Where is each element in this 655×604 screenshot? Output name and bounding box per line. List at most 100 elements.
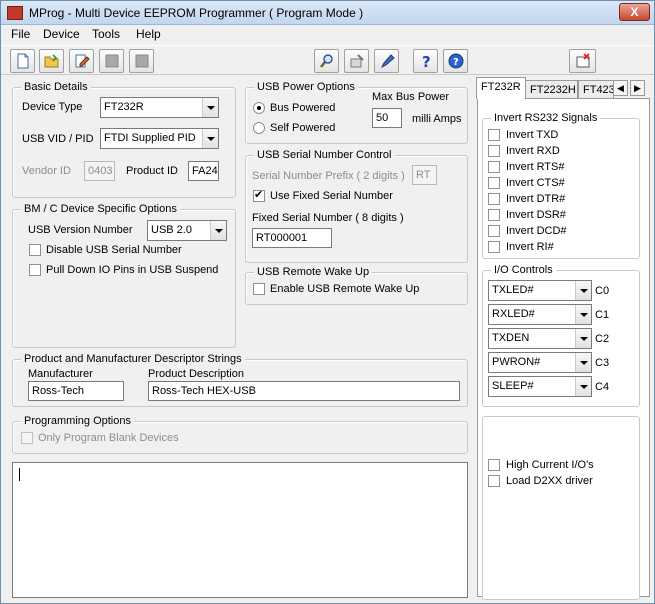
device-type-value: FT232R	[104, 101, 144, 113]
c0-value: TXLED#	[492, 284, 534, 296]
disabled-button-2[interactable]	[129, 49, 154, 73]
max-bus-power-label: Max Bus Power	[372, 91, 450, 103]
self-powered-label: Self Powered	[270, 122, 336, 134]
invert-dcd-checkbox[interactable]	[488, 225, 500, 237]
close-device-icon	[576, 53, 590, 68]
close-device-button[interactable]	[569, 49, 596, 73]
new-file-button[interactable]	[10, 49, 35, 73]
product-description-label: Product Description	[148, 368, 244, 380]
search-icon	[319, 54, 333, 68]
vidpid-label: USB VID / PID	[22, 133, 94, 145]
menu-tools[interactable]: Tools	[92, 27, 120, 41]
svg-text:?: ?	[422, 53, 431, 69]
product-description-field[interactable]: Ross-Tech HEX-USB	[148, 381, 460, 401]
c1-label: C1	[595, 309, 610, 321]
device-type-select[interactable]: FT232R	[100, 97, 219, 118]
self-powered-radio[interactable]	[253, 122, 265, 134]
c2-label: C2	[595, 333, 610, 345]
about-icon: ?	[448, 53, 463, 69]
serial-control-title: USB Serial Number Control	[254, 148, 395, 162]
tab-ft4232h[interactable]: FT4232H	[578, 80, 614, 100]
invert-dsr-checkbox[interactable]	[488, 209, 500, 221]
tab-scroll-right-button[interactable]: ▶	[630, 80, 645, 96]
disable-serial-checkbox[interactable]	[29, 244, 41, 256]
invert-rxd-checkbox[interactable]	[488, 145, 500, 157]
invert-dtr-checkbox[interactable]	[488, 193, 500, 205]
vendor-id-label: Vendor ID	[22, 165, 71, 177]
c0-select[interactable]: TXLED#	[488, 280, 592, 301]
c3-label: C3	[595, 357, 610, 369]
tab-ft2232h[interactable]: FT2232H	[525, 80, 578, 100]
help-button[interactable]: ?	[413, 49, 438, 73]
vendor-id-field[interactable]: 0403	[84, 161, 115, 181]
program-button[interactable]	[374, 49, 399, 73]
power-options-title: USB Power Options	[254, 80, 358, 94]
invert-rts-label: Invert RTS#	[506, 161, 565, 173]
invert-signals-title: Invert RS232 Signals	[491, 111, 601, 125]
invert-rts-checkbox[interactable]	[488, 161, 500, 173]
close-window-button[interactable]: X	[619, 3, 650, 21]
load-d2xx-checkbox[interactable]	[488, 475, 500, 487]
use-fixed-serial-checkbox[interactable]	[253, 188, 265, 202]
window-title: MProg - Multi Device EEPROM Programmer (…	[29, 6, 364, 20]
c2-select[interactable]: TXDEN	[488, 328, 592, 349]
scan-button[interactable]	[314, 49, 339, 73]
max-bus-power-field[interactable]: 50	[372, 108, 402, 128]
invert-dtr-label: Invert DTR#	[506, 193, 566, 205]
invert-ri-checkbox[interactable]	[488, 241, 500, 253]
tab-ft232r[interactable]: FT232R	[476, 77, 526, 99]
pulldown-checkbox[interactable]	[29, 264, 41, 276]
menu-help[interactable]: Help	[136, 27, 161, 41]
milli-amps-label: milli Amps	[412, 113, 462, 125]
product-id-label: Product ID	[126, 165, 178, 177]
usb-version-label: USB Version Number	[28, 224, 133, 236]
open-button[interactable]	[39, 49, 64, 73]
chevron-down-icon	[575, 329, 591, 348]
basic-details-title: Basic Details	[21, 80, 91, 94]
high-current-checkbox[interactable]	[488, 459, 500, 471]
c0-label: C0	[595, 285, 610, 297]
blank-only-checkbox[interactable]	[21, 432, 33, 444]
invert-txd-checkbox[interactable]	[488, 129, 500, 141]
main-window: MProg - Multi Device EEPROM Programmer (…	[0, 0, 655, 604]
menu-device[interactable]: Device	[43, 27, 80, 41]
manufacturer-label: Manufacturer	[28, 368, 93, 380]
disabled-button-1[interactable]	[99, 49, 124, 73]
toolbar: ? ?	[1, 45, 654, 75]
usb-version-select[interactable]: USB 2.0	[147, 220, 227, 241]
use-fixed-serial-label: Use Fixed Serial Number	[270, 190, 393, 202]
erase-button[interactable]	[344, 49, 369, 73]
app-icon	[7, 6, 23, 20]
text-caret	[19, 468, 20, 481]
serial-prefix-label: Serial Number Prefix ( 2 digits )	[252, 170, 405, 182]
fixed-serial-field[interactable]: RT000001	[252, 228, 332, 248]
edit-button[interactable]	[69, 49, 94, 73]
c3-select[interactable]: PWRON#	[488, 352, 592, 373]
remote-wake-checkbox[interactable]	[253, 283, 265, 295]
bus-powered-label: Bus Powered	[270, 102, 336, 114]
disabled-icon	[135, 54, 148, 68]
c2-value: TXDEN	[492, 332, 530, 344]
chevron-down-icon	[575, 281, 591, 300]
io-controls-title: I/O Controls	[491, 263, 556, 277]
vidpid-select[interactable]: FTDI Supplied PID	[100, 128, 219, 149]
c4-value: SLEEP#	[492, 380, 534, 392]
arrow-left-icon: ◀	[617, 83, 624, 93]
about-button[interactable]: ?	[443, 49, 468, 73]
bus-powered-radio[interactable]	[253, 102, 265, 114]
invert-txd-label: Invert TXD	[506, 129, 559, 141]
open-folder-icon	[44, 54, 58, 68]
log-textarea[interactable]	[12, 462, 468, 598]
load-d2xx-label: Load D2XX driver	[506, 475, 593, 487]
product-id-field[interactable]: FA24	[188, 161, 219, 181]
blank-only-label: Only Program Blank Devices	[38, 432, 179, 444]
manufacturer-field[interactable]: Ross-Tech	[28, 381, 124, 401]
high-current-label: High Current I/O's	[506, 459, 594, 471]
c1-select[interactable]: RXLED#	[488, 304, 592, 325]
c4-select[interactable]: SLEEP#	[488, 376, 592, 397]
serial-prefix-field[interactable]: RT	[412, 165, 437, 185]
extra-options-group	[482, 416, 640, 600]
invert-cts-checkbox[interactable]	[488, 177, 500, 189]
menu-file[interactable]: File	[11, 27, 30, 41]
tab-scroll-left-button[interactable]: ◀	[613, 80, 628, 96]
